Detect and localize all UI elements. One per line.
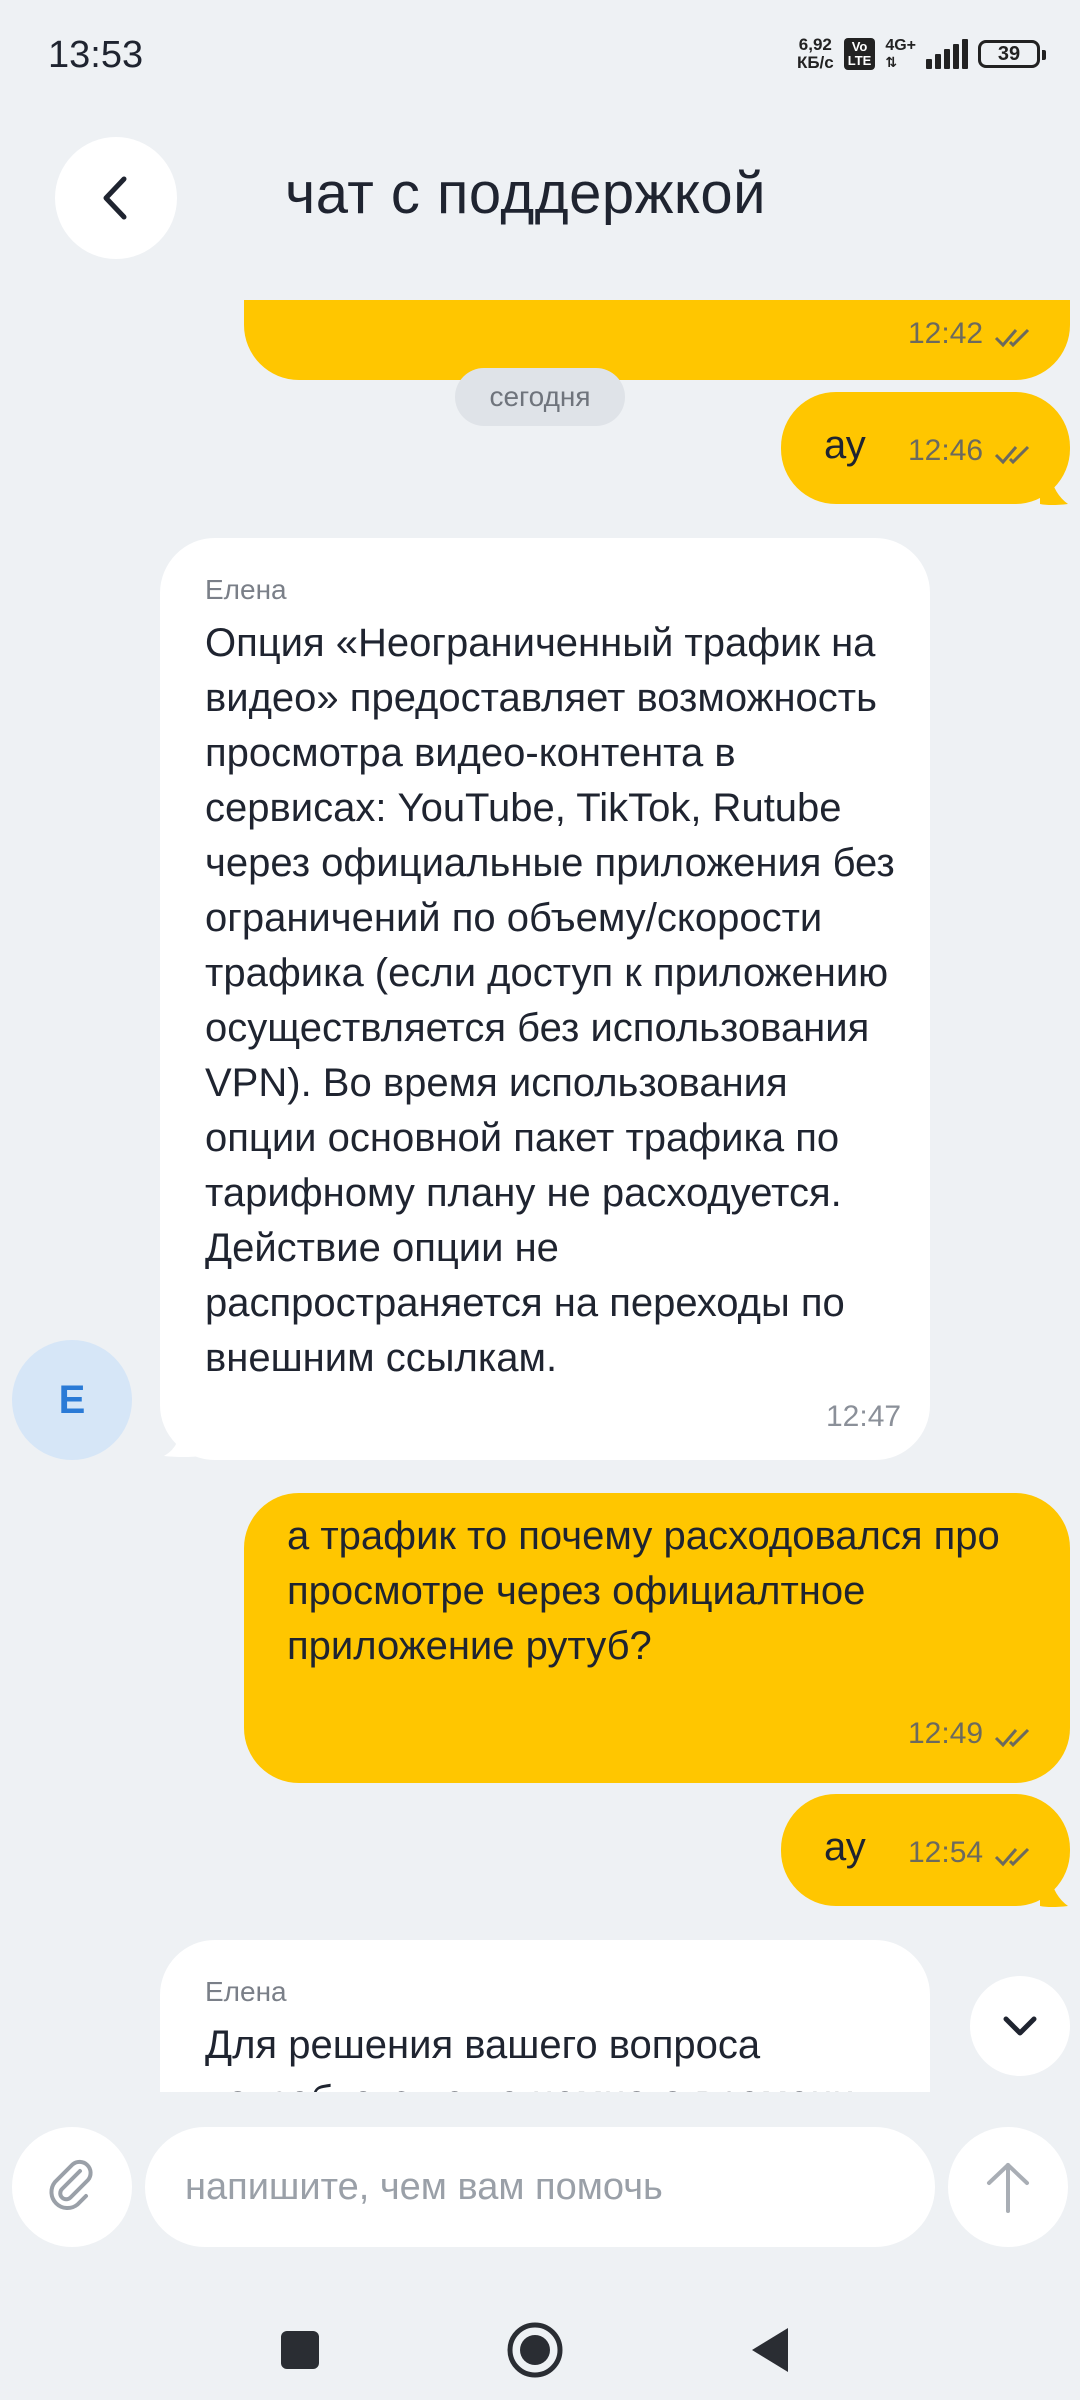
- paperclip-icon: [49, 2159, 93, 2210]
- chevron-down-icon: [1003, 2016, 1037, 2036]
- back-nav-button[interactable]: [730, 2310, 810, 2390]
- network-speed: 6,92 КБ/с: [796, 35, 834, 72]
- message-outgoing[interactable]: а трафик то почему расходовался про прос…: [244, 1493, 1070, 1783]
- message-incoming[interactable]: Елена Опция «Неограниченный трафик на ви…: [160, 538, 930, 1460]
- volte-icon: Vo LTE: [843, 38, 876, 70]
- double-check-icon: [994, 1847, 1030, 1867]
- page-title: чат с поддержкой: [285, 161, 767, 226]
- scroll-down-button[interactable]: [970, 1976, 1070, 2076]
- avatar-initial: Е: [58, 1377, 86, 1422]
- attach-button[interactable]: [12, 2127, 132, 2247]
- home-circle-icon: [507, 2322, 563, 2378]
- message-time: 12:42: [908, 317, 984, 350]
- chevron-left-icon: [103, 176, 127, 220]
- double-check-icon: [994, 445, 1030, 465]
- status-icons: 6,92 КБ/с Vo LTE 4G+ ⇅ 39: [796, 35, 1046, 72]
- arrow-up-icon: [987, 2163, 1029, 2213]
- message-outgoing[interactable]: 12:42: [244, 300, 1070, 380]
- message-time: 12:46: [908, 434, 984, 467]
- message-outgoing[interactable]: ау 12:54: [781, 1794, 1070, 1906]
- home-button[interactable]: [495, 2310, 575, 2390]
- message-text: Для решения вашего вопроса потребуется е…: [205, 2023, 855, 2092]
- message-sender: Елена: [205, 1976, 287, 2007]
- message-input[interactable]: [145, 2127, 935, 2247]
- recents-button[interactable]: [260, 2310, 340, 2390]
- status-bar: 13:53 6,92 КБ/с Vo LTE 4G+ ⇅ 39: [0, 0, 1080, 110]
- bubble-tail: [164, 1418, 200, 1457]
- chat-area[interactable]: 12:42 сегодня ау 12:46 Елена Опция «Неог…: [0, 300, 1080, 2092]
- bubble-tail: [1040, 1876, 1068, 1907]
- message-time: 12:47: [826, 1400, 902, 1433]
- signal-icon: [926, 39, 968, 69]
- double-check-icon: [994, 1728, 1030, 1748]
- bubble-tail: [1040, 474, 1068, 505]
- battery-icon: 39: [978, 40, 1046, 68]
- status-time: 13:53: [48, 34, 144, 76]
- double-check-icon: [994, 328, 1030, 348]
- message-incoming[interactable]: Елена Для решения вашего вопроса потребу…: [160, 1940, 930, 2092]
- message-text: а трафик то почему расходовался про прос…: [287, 1514, 1000, 1668]
- network-type: 4G+ ⇅: [885, 37, 916, 71]
- message-text: ау: [824, 1825, 866, 1869]
- message-sender: Елена: [205, 574, 287, 605]
- square-icon: [281, 2331, 319, 2369]
- message-time: 12:49: [908, 1717, 984, 1750]
- avatar: Е: [12, 1340, 132, 1460]
- system-nav-bar: [0, 2270, 1080, 2400]
- message-time: 12:54: [908, 1836, 984, 1869]
- day-divider: сегодня: [455, 368, 625, 426]
- battery-level: 39: [997, 43, 1021, 65]
- message-text: ау: [824, 423, 866, 467]
- message-text: Опция «Неограниченный трафик на видео» п…: [205, 621, 895, 1380]
- composer: [0, 2092, 1080, 2247]
- message-outgoing[interactable]: ау 12:46: [781, 392, 1070, 504]
- back-button[interactable]: [55, 137, 177, 259]
- send-button[interactable]: [948, 2127, 1068, 2247]
- triangle-back-icon: [752, 2328, 788, 2372]
- data-arrows-icon: ⇅: [885, 54, 898, 70]
